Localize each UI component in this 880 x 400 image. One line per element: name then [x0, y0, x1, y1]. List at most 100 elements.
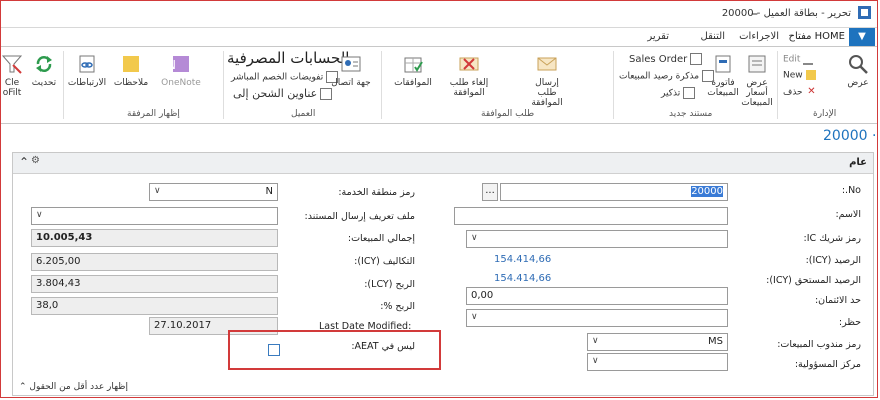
approvals-button[interactable]: الموافقات [391, 53, 435, 88]
contact-icon [341, 56, 361, 72]
profit-label: الربح (LCY): [364, 279, 415, 290]
sales-prices-button[interactable]: عرض أسعار المبيعات [739, 53, 775, 108]
cancel-approval-icon [459, 57, 479, 71]
notes-button[interactable]: ملاحظات [111, 53, 151, 88]
name-label: الاسم: [835, 209, 861, 220]
minimize-button[interactable]: – [751, 6, 758, 22]
approvals-icon [404, 57, 423, 73]
edit-button[interactable]: Edit [783, 53, 814, 65]
window-title: تحرير - بطاقة العميل - 20000 [721, 8, 851, 19]
profit-pct-field: 38,0 [31, 297, 278, 315]
ship-to-button[interactable]: عناوين الشحن إلى [233, 87, 333, 100]
contact-button[interactable]: جهة اتصال [331, 53, 371, 88]
refresh-icon [36, 56, 52, 72]
sales-invoice-icon [715, 55, 731, 73]
record-title: 20000 · [823, 128, 877, 144]
blocked-label: حظر: [838, 317, 861, 328]
chevron-down-icon: ∨ [36, 210, 43, 220]
doc-sending-label: ملف تعريف إرسال المستند: [304, 211, 415, 222]
chevron-down-icon: ∨ [592, 356, 599, 366]
notes-icon [123, 56, 139, 72]
group-label-approval-request: طلب الموافقة [481, 109, 535, 119]
tab-report[interactable]: تقرير [647, 31, 669, 42]
title-bar: تحرير - بطاقة العميل - 20000 – [1, 1, 877, 28]
view-icon [849, 55, 868, 74]
total-sales-label: إجمالي المبيعات: [347, 233, 415, 244]
resp-center-label: مركز المسؤولية: [794, 359, 861, 370]
new-button[interactable]: New [783, 70, 816, 81]
tab-navigate[interactable]: التنقل [701, 31, 726, 42]
chevron-down-icon: ∨ [592, 336, 599, 346]
chevron-down-icon: ∨ [154, 186, 161, 196]
sales-order-button[interactable]: Sales Order [629, 53, 703, 65]
service-zone-label: رمز منطقة الخدمة: [338, 187, 415, 198]
group-label-new-document: مستند جديد [669, 109, 713, 119]
app-menu-button[interactable]: ▼ [849, 28, 875, 46]
links-icon [79, 55, 95, 73]
balance-value-link[interactable]: 154.414,66 [494, 254, 551, 265]
links-button[interactable]: الارتباطات [67, 53, 107, 88]
service-zone-select[interactable]: ∨ N [149, 183, 278, 201]
section-header[interactable]: عام ⌃ ⚙ [13, 153, 873, 174]
tab-home[interactable]: مفتاح HOME [789, 31, 845, 42]
reminder-icon [683, 87, 696, 99]
onenote-button[interactable]: N OneNote [161, 53, 201, 88]
ribbon: عرض Edit New ✕حذف الإدارة عرض أسعار المب… [1, 47, 877, 124]
ribbon-separator [381, 51, 382, 119]
salesperson-select[interactable]: ∨ MS [587, 333, 728, 351]
credit-memo-icon [702, 70, 715, 82]
credit-limit-field[interactable]: 0,00 [466, 287, 728, 305]
sales-prices-icon [748, 55, 766, 73]
doc-sending-select[interactable]: ∨ [31, 207, 278, 225]
costs-label: التكاليف (ICY): [354, 256, 415, 267]
delete-icon: ✕ [807, 86, 816, 97]
reminder-button[interactable]: تذكير [661, 87, 696, 99]
resp-center-select[interactable]: ∨ [587, 353, 728, 371]
blocked-select[interactable]: ∨ [466, 309, 728, 327]
group-label-show-attached: إظهار المرفقة [127, 109, 180, 119]
collapse-caret-icon: ⌃ [19, 382, 27, 392]
chevron-down-icon: ∨ [471, 233, 478, 243]
new-icon [805, 70, 816, 80]
total-sales-field: 10.005,43 [31, 229, 278, 247]
send-approval-icon [537, 57, 557, 71]
ribbon-separator [777, 51, 778, 119]
general-fasttab: عام ⌃ ⚙ No.: 20000 ... الاسم: رمز شريك I… [12, 152, 874, 396]
group-label-customer: العميل [291, 109, 316, 119]
profit-pct-label: الربح %: [380, 301, 415, 312]
refresh-button[interactable]: تحديث [27, 53, 61, 88]
no-field[interactable]: 20000 [500, 183, 728, 201]
credit-limit-label: حد الائتمان: [814, 295, 861, 306]
no-assist-button[interactable]: ... [482, 183, 498, 201]
tab-actions[interactable]: الاجراءات [739, 31, 779, 42]
ship-to-icon [320, 88, 333, 100]
ribbon-separator [63, 51, 64, 119]
app-icon [858, 6, 871, 19]
edit-icon [803, 53, 814, 65]
highlight-box [228, 330, 441, 370]
ic-partner-select[interactable]: ∨ [466, 230, 728, 248]
send-approval-button[interactable]: إرسال طلب الموافقة [527, 53, 567, 108]
credit-memo-button[interactable]: مذكرة رصيد المبيعات [619, 70, 715, 82]
clear-filter-icon [1, 55, 23, 74]
profit-field: 3.804,43 [31, 275, 278, 293]
clear-filter-button[interactable]: Cle oFilt [1, 53, 23, 98]
view-button[interactable]: عرض [841, 53, 875, 88]
balance-label: الرصيد (ICY): [805, 255, 861, 266]
chevron-down-icon: ∨ [471, 312, 478, 322]
delete-button[interactable]: ✕حذف [783, 87, 816, 98]
balance-due-value-link[interactable]: 154.414,66 [494, 273, 551, 284]
section-title: عام [849, 157, 867, 168]
cancel-approval-button[interactable]: إلغاء طلب الموافقة [449, 53, 489, 98]
onenote-icon: N [170, 56, 189, 72]
group-label-process: الإدارة [813, 109, 837, 119]
show-fewer-fields-link[interactable]: إظهار عدد أقل من الحقول ⌃ [19, 382, 128, 392]
ribbon-separator [613, 51, 614, 119]
name-field[interactable] [454, 207, 728, 225]
collapse-caret-icon[interactable]: ⌃ [19, 155, 29, 169]
costs-field: 6.205,00 [31, 253, 278, 271]
direct-debit-button[interactable]: تفويضات الخصم المباشر [231, 71, 339, 83]
balance-due-label: الرصيد المستحق (ICY): [766, 275, 861, 286]
gear-icon[interactable]: ⚙ [31, 155, 40, 166]
salesperson-label: رمز مندوب المبيعات: [777, 339, 861, 350]
